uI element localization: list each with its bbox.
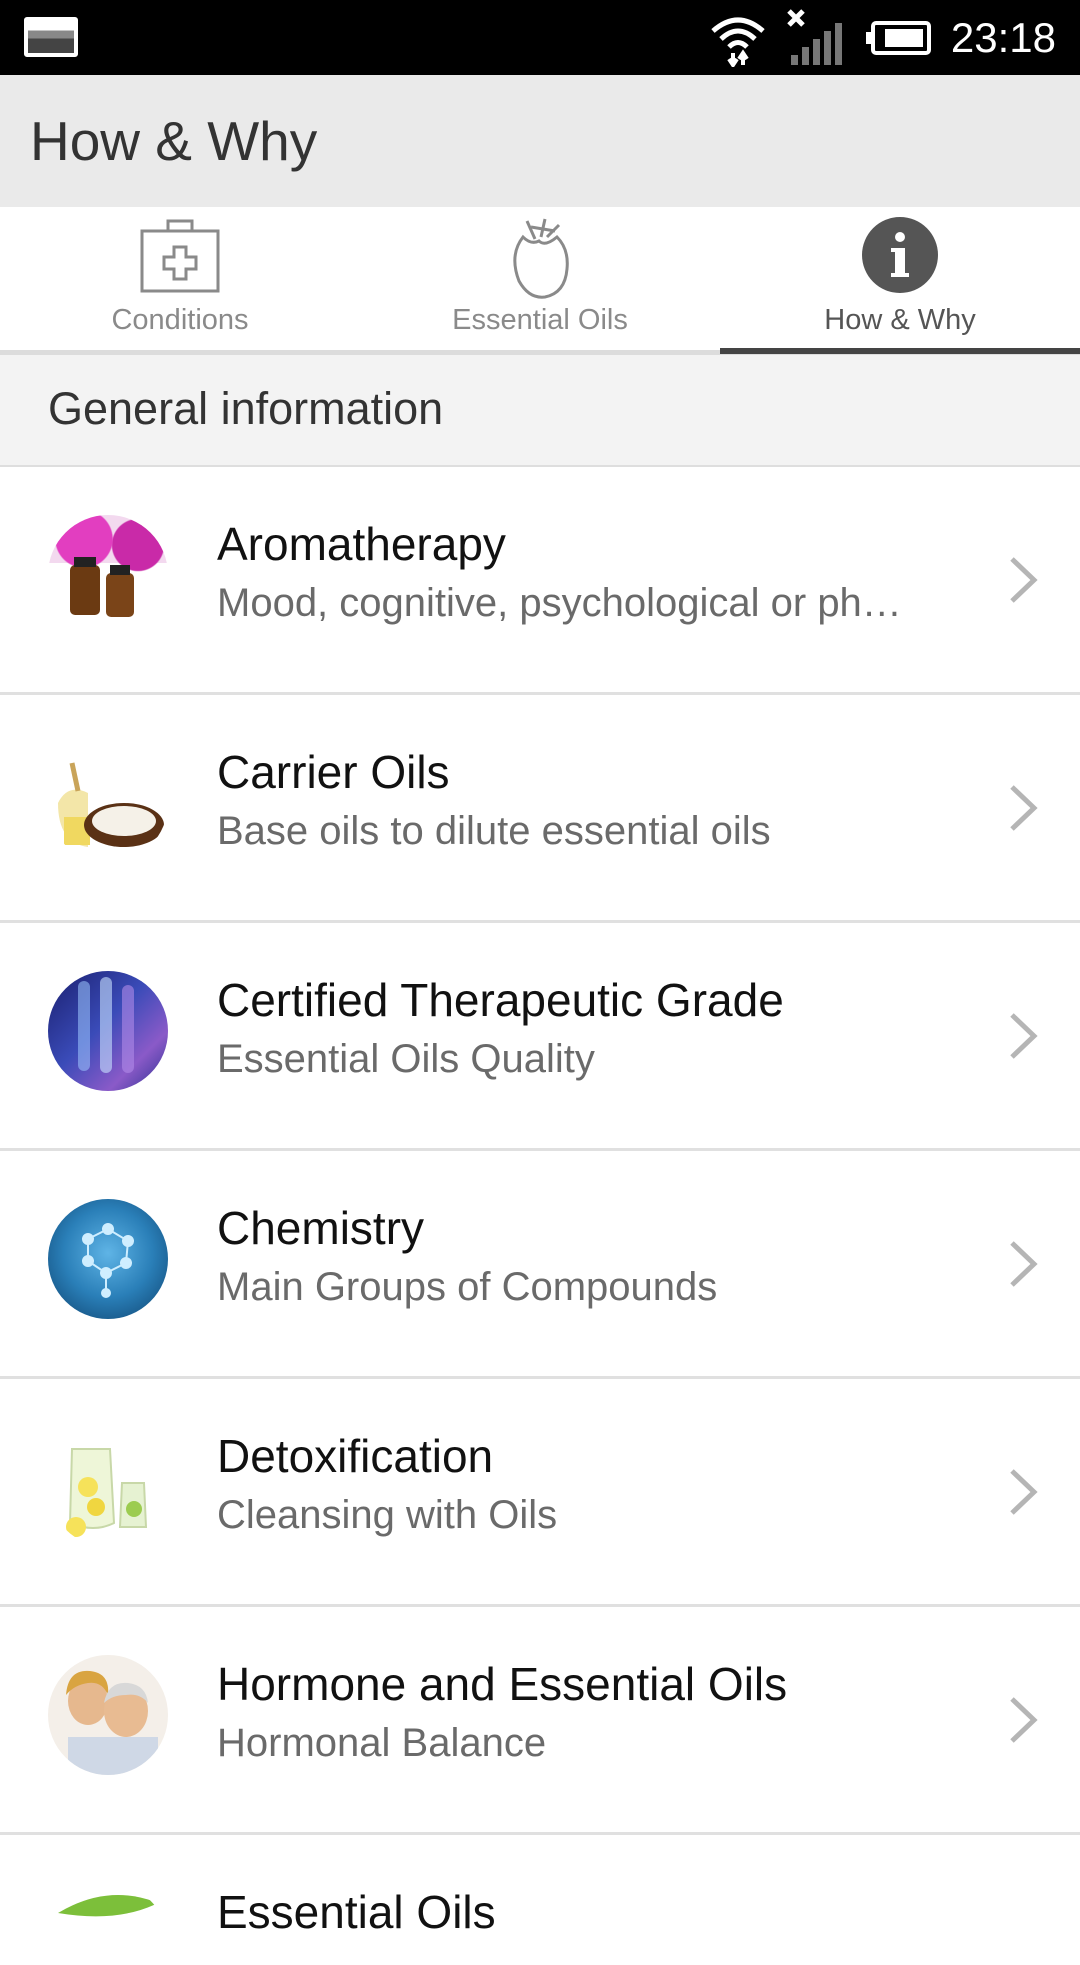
coconut-thumb	[48, 743, 168, 863]
item-title: Certified Therapeutic Grade	[217, 974, 784, 1026]
molecule-thumb	[48, 1199, 168, 1319]
item-subtitle: Main Groups of Compounds	[217, 1265, 718, 1309]
tab-label: Conditions	[111, 304, 249, 336]
tab-label: Essential Oils	[452, 304, 628, 336]
item-subtitle: Hormonal Balance	[217, 1721, 547, 1765]
chevron-right-icon	[1010, 1469, 1038, 1515]
tab-essential-oils[interactable]: Essential Oils	[360, 207, 720, 355]
topic-list: Aromatherapy Mood, cognitive, psychologi…	[0, 467, 1080, 1965]
item-subtitle: Base oils to dilute essential oils	[217, 809, 771, 853]
tab-how-and-why[interactable]: How & Why	[720, 207, 1080, 355]
tab-conditions[interactable]: Conditions	[0, 207, 360, 355]
couple-thumb	[48, 1655, 168, 1775]
flower-icon	[513, 218, 569, 299]
item-title: Essential Oils	[217, 1886, 496, 1938]
list-item[interactable]: Chemistry Main Groups of Compounds	[0, 1151, 1080, 1379]
lemon-water-thumb	[48, 1427, 168, 1547]
leaf-thumb	[48, 1883, 168, 1965]
item-title: Aromatherapy	[217, 518, 506, 570]
signal-icon	[787, 8, 842, 65]
chevron-right-icon	[1010, 1013, 1038, 1059]
tab-label: How & Why	[824, 304, 976, 336]
chevron-right-icon	[1010, 1697, 1038, 1743]
status-bar: 23:18	[0, 0, 1080, 75]
item-subtitle: Essential Oils Quality	[217, 1037, 595, 1081]
list-item[interactable]: Carrier Oils Base oils to dilute essenti…	[0, 695, 1080, 923]
list-item[interactable]: Hormone and Essential Oils Hormonal Bala…	[0, 1607, 1080, 1835]
first-aid-kit-icon	[140, 219, 220, 293]
list-item[interactable]: Aromatherapy Mood, cognitive, psychologi…	[0, 467, 1080, 695]
list-item[interactable]: Detoxification Cleansing with Oils	[0, 1379, 1080, 1607]
item-title: Chemistry	[217, 1202, 425, 1254]
item-title: Detoxification	[217, 1430, 494, 1482]
tab-bar: Conditions Essential Oils How & Why	[0, 207, 1080, 355]
status-icons: 23:18	[709, 0, 1056, 75]
section-header: General information	[0, 355, 1080, 467]
item-subtitle: Cleansing with Oils	[217, 1493, 558, 1537]
aromatherapy-thumb	[48, 515, 168, 635]
list-item[interactable]: Essential Oils	[0, 1835, 1080, 1965]
active-tab-indicator	[720, 348, 1080, 354]
battery-icon	[865, 20, 931, 55]
section-title: General information	[48, 383, 444, 434]
page-title: How & Why	[30, 110, 318, 172]
item-title: Carrier Oils	[217, 746, 450, 798]
chevron-right-icon	[1010, 785, 1038, 831]
item-title: Hormone and Essential Oils	[217, 1658, 788, 1710]
item-subtitle: Mood, cognitive, psychological or ph…	[217, 581, 902, 625]
list-item[interactable]: Certified Therapeutic Grade Essential Oi…	[0, 923, 1080, 1151]
app-bar: How & Why	[0, 75, 1080, 207]
test-tubes-thumb	[48, 971, 168, 1091]
wifi-icon	[711, 17, 765, 67]
chevron-right-icon	[1010, 1241, 1038, 1287]
clock: 23:18	[950, 13, 1056, 61]
chevron-right-icon	[1010, 557, 1038, 603]
info-icon	[862, 217, 938, 293]
screenshot-notification-icon	[24, 17, 78, 57]
